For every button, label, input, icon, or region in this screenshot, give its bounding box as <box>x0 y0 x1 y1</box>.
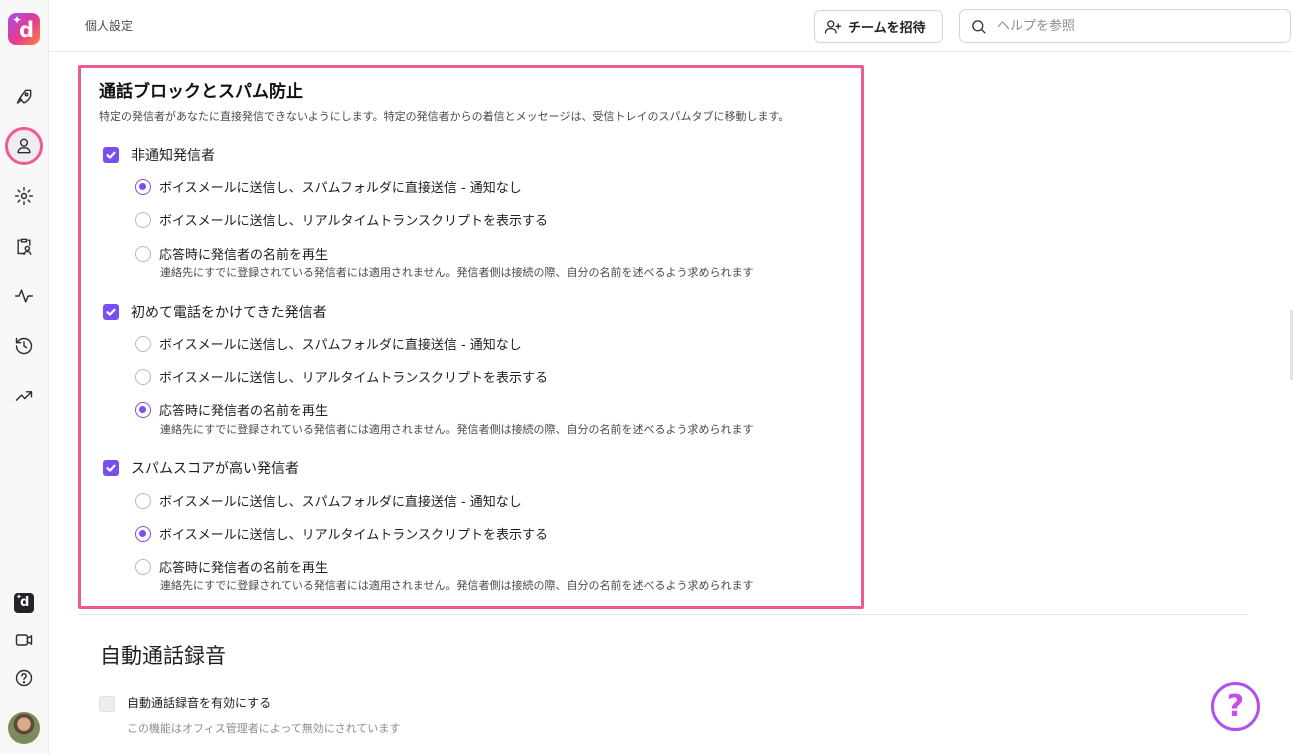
history-icon[interactable] <box>12 334 36 358</box>
add-user-icon <box>824 19 842 34</box>
auto-record-label: 自動通話録音を有効にする <box>127 696 272 710</box>
spam-section-title: 通話ブロックとスパム防止 <box>99 82 303 102</box>
radio-button[interactable] <box>135 211 151 228</box>
page-title: 個人設定 <box>85 19 134 33</box>
radio-option[interactable]: 応答時に発信者の名前を再生 <box>135 244 328 263</box>
check-icon <box>106 308 116 316</box>
radio-button[interactable] <box>135 245 151 262</box>
recording-section-title: 自動通話録音 <box>100 644 226 668</box>
check-icon <box>106 151 116 159</box>
radio-label: ボイスメールに送信し、リアルタイムトランスクリプトを表示する <box>159 528 548 543</box>
spam-section-description: 特定の発信者があなたに直接発信できないようにします。特定の発信者からの着信とメッ… <box>99 110 790 123</box>
radio-label: 応答時に発信者の名前を再生 <box>159 248 329 263</box>
search-icon <box>972 19 986 34</box>
radio-button[interactable] <box>135 401 151 418</box>
auto-record-disabled-note: この機能はオフィス管理者によって無効にされています <box>127 722 401 735</box>
radio-label: ボイスメールに送信し、スパムフォルダに直接送信 - 通知なし <box>159 338 522 353</box>
radio-option[interactable]: ボイスメールに送信し、リアルタイムトランスクリプトを表示する <box>135 524 548 543</box>
clipboard-user-icon[interactable] <box>12 234 36 258</box>
activity-icon[interactable] <box>12 284 36 308</box>
user-icon[interactable] <box>12 134 36 158</box>
invite-team-label: チームを招待 <box>848 20 926 35</box>
header: 個人設定 チームを招待 <box>49 0 1293 52</box>
gear-icon[interactable] <box>12 184 36 208</box>
group-high-spam-score[interactable]: スパムスコアが高い発信者 <box>103 458 299 478</box>
sidebar: ✦ d ✦ d <box>0 0 49 754</box>
check-icon <box>106 464 116 472</box>
radio-option[interactable]: 応答時に発信者の名前を再生 <box>135 557 328 576</box>
video-icon[interactable] <box>12 628 36 652</box>
group-label: 非通知発信者 <box>131 148 215 164</box>
radio-label: ボイスメールに送信し、スパムフォルダに直接送信 - 通知なし <box>159 495 522 510</box>
help-search[interactable] <box>959 9 1291 43</box>
radio-label: ボイスメールに送信し、リアルタイムトランスクリプトを表示する <box>159 214 548 229</box>
trending-up-icon[interactable] <box>12 384 36 408</box>
logo-letter-icon: d <box>19 18 35 42</box>
group-anonymous-callers[interactable]: 非通知発信者 <box>103 145 215 165</box>
group-label: 初めて電話をかけてきた発信者 <box>131 305 327 321</box>
radio-label: 応答時に発信者の名前を再生 <box>159 561 329 576</box>
radio-button[interactable] <box>135 178 151 195</box>
radio-button[interactable] <box>135 492 151 509</box>
radio-option-note: 連絡先にすでに登録されている発信者には適用されません。発信者側は接続の際、自分の… <box>160 423 754 436</box>
group-checkbox[interactable] <box>103 460 119 476</box>
group-label: スパムスコアが高い発信者 <box>131 461 299 477</box>
radio-option[interactable]: ボイスメールに送信し、スパムフォルダに直接送信 - 通知なし <box>135 491 522 510</box>
radio-option[interactable]: 応答時に発信者の名前を再生 <box>135 400 328 419</box>
group-checkbox[interactable] <box>103 304 119 320</box>
section-divider <box>78 614 1248 615</box>
group-checkbox[interactable] <box>103 147 119 163</box>
help-search-input[interactable] <box>997 18 1277 34</box>
radio-button[interactable] <box>135 335 151 352</box>
radio-button[interactable] <box>135 558 151 575</box>
group-first-time-callers[interactable]: 初めて電話をかけてきた発信者 <box>103 302 327 322</box>
radio-option-note: 連絡先にすでに登録されている発信者には適用されません。発信者側は接続の際、自分の… <box>160 579 754 592</box>
rocket-icon[interactable] <box>12 85 36 109</box>
radio-option[interactable]: ボイスメールに送信し、スパムフォルダに直接送信 - 通知なし <box>135 177 522 196</box>
avatar[interactable] <box>8 712 40 744</box>
radio-option[interactable]: ボイスメールに送信し、リアルタイムトランスクリプトを表示する <box>135 367 548 386</box>
app-logo[interactable]: ✦ d <box>8 13 40 45</box>
radio-option[interactable]: ボイスメールに送信し、リアルタイムトランスクリプトを表示する <box>135 210 548 229</box>
radio-label: ボイスメールに送信し、リアルタイムトランスクリプトを表示する <box>159 371 548 386</box>
radio-button[interactable] <box>135 525 151 542</box>
dialpad-app-icon[interactable]: ✦ d <box>14 593 34 613</box>
radio-label: 応答時に発信者の名前を再生 <box>159 404 329 419</box>
radio-button[interactable] <box>135 368 151 385</box>
invite-team-button[interactable]: チームを招待 <box>814 10 943 43</box>
help-button[interactable]: ? <box>1211 682 1260 731</box>
radio-option[interactable]: ボイスメールに送信し、スパムフォルダに直接送信 - 通知なし <box>135 334 522 353</box>
radio-option-note: 連絡先にすでに登録されている発信者には適用されません。発信者側は接続の際、自分の… <box>160 266 754 279</box>
help-circle-icon[interactable] <box>12 666 36 690</box>
auto-record-checkbox <box>99 696 115 712</box>
radio-label: ボイスメールに送信し、スパムフォルダに直接送信 - 通知なし <box>159 181 522 196</box>
